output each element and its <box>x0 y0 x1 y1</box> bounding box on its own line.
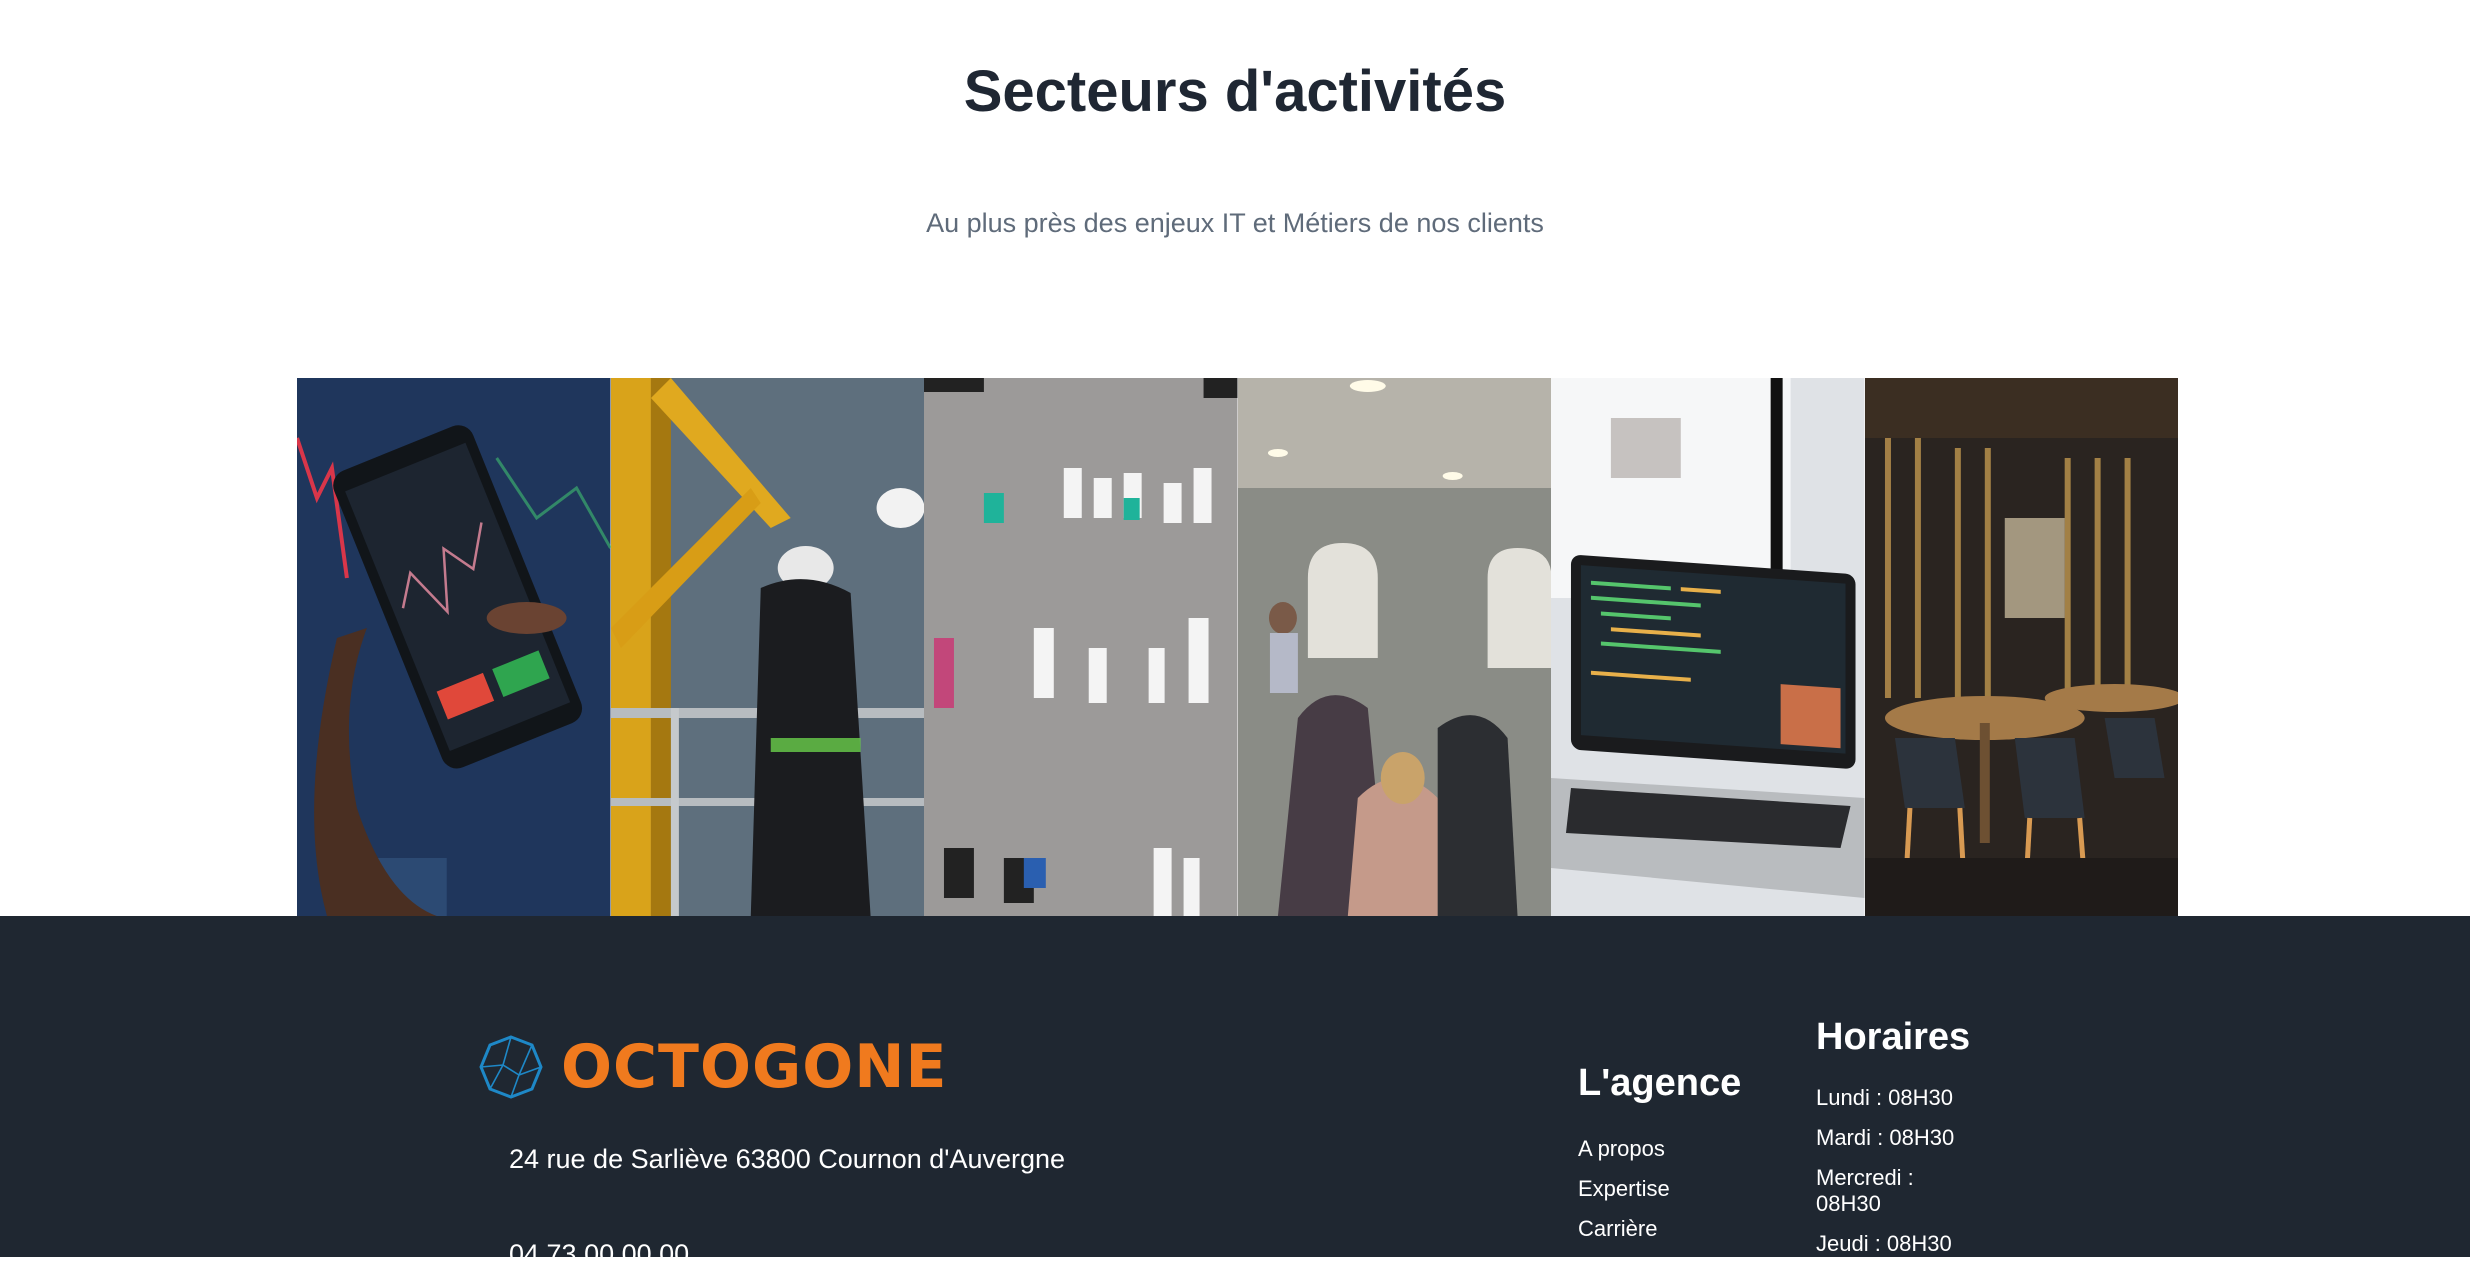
brand-name: OCTOGONE <box>561 1032 948 1102</box>
finance-photo <box>297 378 611 916</box>
brand-logo[interactable]: OCTOGONE <box>479 1032 947 1102</box>
site-footer: OCTOGONE 24 rue de Sarliève 63800 Courno… <box>0 916 2470 1269</box>
sector-gallery <box>297 378 2178 916</box>
hours-thursday: Jeudi : 08H30 <box>1816 1231 1952 1256</box>
hours-wednesday: Mercredi : 08H30 <box>1816 1165 1914 1216</box>
footer-link-expertise[interactable]: Expertise <box>1578 1169 1741 1209</box>
sector-image-finance[interactable] <box>297 378 611 916</box>
sector-image-hospitality[interactable] <box>1864 378 2178 916</box>
footer-hours-column: Horaires Lundi : 08H30 Mardi : 08H30 Mer… <box>1816 1016 1976 1271</box>
sector-image-logistics[interactable] <box>924 378 1238 916</box>
hours-title: Horaires <box>1816 1016 1971 1058</box>
training-photo <box>1237 378 1551 916</box>
hospitality-photo <box>1864 378 2178 916</box>
footer-phone[interactable]: 04 73 00 00 00 <box>509 1239 689 1270</box>
hours-tuesday: Mardi : 08H30 <box>1816 1125 1955 1150</box>
hours-monday: Lundi : 08H30 <box>1816 1085 1953 1110</box>
footer-link-about[interactable]: A propos <box>1578 1129 1741 1169</box>
logistics-photo <box>924 378 1238 916</box>
footer-agence-column: L'agence A propos Expertise Carrière <box>1578 1062 1741 1249</box>
section-title: Secteurs d'activités <box>963 59 1507 124</box>
sector-image-training[interactable] <box>1237 378 1551 916</box>
footer-address: 24 rue de Sarliève 63800 Cournon d'Auver… <box>509 1144 1066 1174</box>
sector-image-it[interactable] <box>1551 378 1865 916</box>
agence-title: L'agence <box>1578 1062 1742 1104</box>
construction-photo <box>610 378 924 916</box>
it-photo <box>1551 378 1865 916</box>
section-subtitle: Au plus près des enjeux IT et Métiers de… <box>926 208 1544 238</box>
octagon-logo-icon <box>479 1035 543 1099</box>
sector-image-construction[interactable] <box>610 378 924 916</box>
footer-link-careers[interactable]: Carrière <box>1578 1209 1741 1249</box>
